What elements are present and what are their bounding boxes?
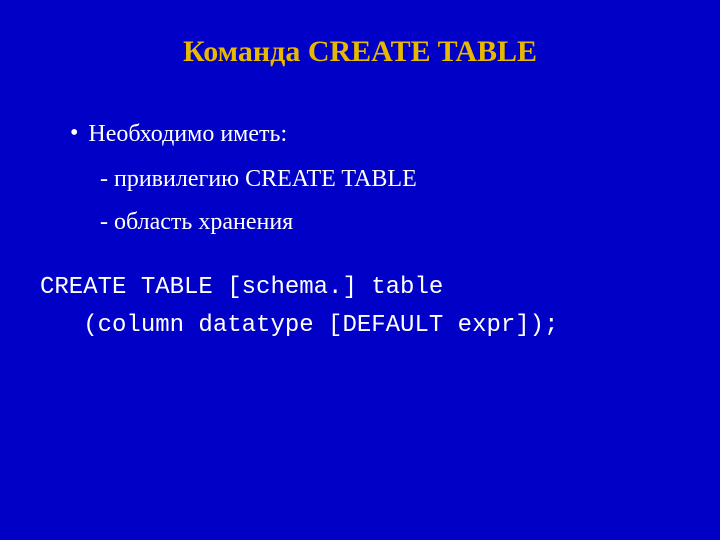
code-block: CREATE TABLE [schema.] table (column dat… bbox=[40, 269, 680, 346]
slide-title: Команда CREATE TABLE bbox=[40, 35, 680, 69]
bullet-text: Необходимо иметь: bbox=[88, 119, 287, 150]
bullet-dot-icon: • bbox=[70, 119, 78, 148]
slide-container: Команда CREATE TABLE • Необходимо иметь:… bbox=[0, 0, 720, 540]
sub-item-1: - привилегию CREATE TABLE bbox=[100, 164, 680, 195]
bullet-block: • Необходимо иметь: - привилегию CREATE … bbox=[70, 119, 680, 239]
sub-item-2: - область хранения bbox=[100, 207, 680, 238]
bullet-line: • Необходимо иметь: bbox=[70, 119, 680, 150]
code-line-2: (column datatype [DEFAULT expr]); bbox=[40, 312, 558, 339]
code-line-1: CREATE TABLE [schema.] table bbox=[40, 274, 443, 301]
